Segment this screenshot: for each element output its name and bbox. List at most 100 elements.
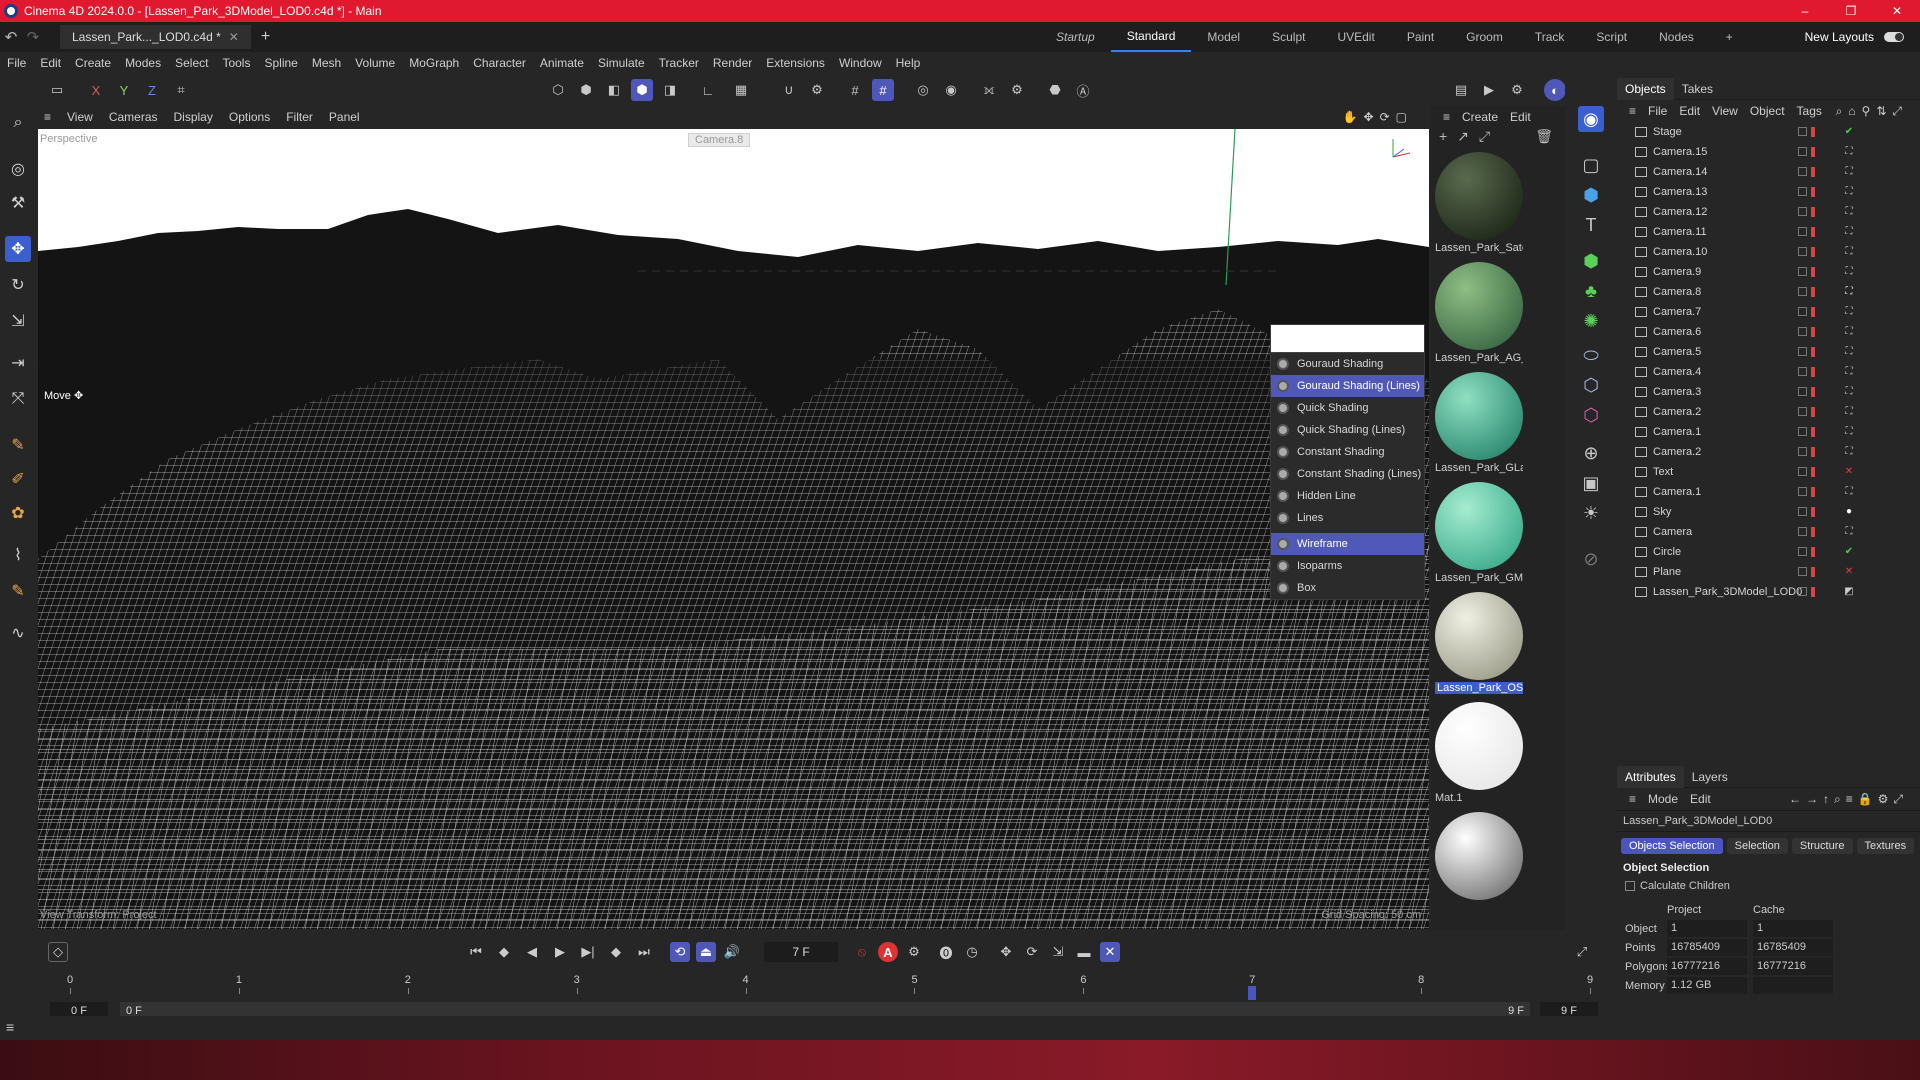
- workplane-icon[interactable]: #: [872, 79, 894, 101]
- object-tag-icon[interactable]: ⛶: [1843, 526, 1859, 538]
- object-tag-icon[interactable]: ⛶: [1843, 206, 1859, 218]
- magnet-icon[interactable]: ∿: [5, 620, 31, 646]
- menu-modes[interactable]: Modes: [118, 56, 168, 70]
- symmetry-settings-icon[interactable]: ⚙: [1006, 79, 1028, 101]
- visibility-toggle-icon[interactable]: [1798, 327, 1823, 337]
- visibility-toggle-icon[interactable]: [1798, 307, 1823, 317]
- visibility-toggle-icon[interactable]: [1798, 187, 1823, 197]
- key-set-icon[interactable]: ⓿: [936, 942, 956, 962]
- keyframe-mode-icon[interactable]: ◇: [48, 942, 68, 962]
- object-row[interactable]: Camera.8 ⛶: [1617, 282, 1920, 302]
- z-axis-lock[interactable]: Z: [141, 79, 163, 101]
- menu-mesh[interactable]: Mesh: [305, 56, 348, 70]
- material-item[interactable]: Lassen_Park_OSM: [1435, 592, 1523, 694]
- material-preview-icon[interactable]: [1435, 702, 1523, 790]
- attribute-cache-value[interactable]: 1: [1753, 920, 1833, 937]
- object-tag-icon[interactable]: ⛶: [1843, 446, 1859, 458]
- material-preview-icon[interactable]: [1435, 482, 1523, 570]
- visibility-toggle-icon[interactable]: [1798, 567, 1823, 577]
- viewport-nav-icons[interactable]: ✋✥⟳▢: [1335, 110, 1421, 124]
- points-mode-icon[interactable]: ⬡: [547, 79, 569, 101]
- object-row[interactable]: Text ✕: [1617, 462, 1920, 482]
- object-tag-icon[interactable]: ⛶: [1843, 386, 1859, 398]
- render-to-viewer-icon[interactable]: ▶: [1478, 79, 1500, 101]
- prev-frame-icon[interactable]: ◀: [522, 942, 542, 962]
- object-row[interactable]: Plane ✕: [1617, 562, 1920, 582]
- maximize-button[interactable]: ❐: [1828, 0, 1874, 22]
- menu-help[interactable]: Help: [889, 56, 928, 70]
- snap-icon[interactable]: ∪: [778, 79, 800, 101]
- menu-edit[interactable]: Edit: [33, 56, 68, 70]
- paint-icon[interactable]: ✎: [5, 578, 31, 604]
- visibility-toggle-icon[interactable]: [1798, 527, 1823, 537]
- attribute-cache-value[interactable]: 16777216: [1753, 958, 1833, 975]
- snap-settings-icon[interactable]: ⚙: [806, 79, 828, 101]
- new-layouts[interactable]: New Layouts: [1805, 22, 1904, 52]
- visibility-toggle-icon[interactable]: [1798, 227, 1823, 237]
- tweak-icon[interactable]: ⚒: [5, 190, 31, 216]
- timeline-ruler[interactable]: 0 1 2 3 4 5 6 7 8 9: [50, 974, 1600, 1000]
- brush-icon[interactable]: ⌇: [5, 542, 31, 568]
- axis-mode-icon[interactable]: ∟: [697, 79, 719, 101]
- viewport-menu-options[interactable]: Options: [221, 110, 278, 124]
- visibility-toggle-icon[interactable]: [1798, 207, 1823, 217]
- material-item[interactable]: Lassen_Park_Satel: [1435, 152, 1523, 254]
- material-menu-edit[interactable]: Edit: [1504, 110, 1537, 124]
- visibility-toggle-icon[interactable]: [1798, 547, 1823, 557]
- tab-takes[interactable]: Takes: [1674, 82, 1721, 96]
- object-tag-icon[interactable]: ⛶: [1843, 346, 1859, 358]
- viewport-menu-panel[interactable]: Panel: [321, 110, 368, 124]
- minimize-button[interactable]: –: [1782, 0, 1828, 22]
- viewport-menu-view[interactable]: View: [59, 110, 101, 124]
- attribute-project-value[interactable]: 1: [1667, 920, 1747, 937]
- tab-layers[interactable]: Layers: [1684, 770, 1736, 784]
- cube-outline-icon[interactable]: ▢: [1578, 152, 1604, 178]
- calculate-children-row[interactable]: Calculate Children: [1617, 878, 1920, 894]
- autodesk-icon[interactable]: Ⓐ: [1072, 79, 1094, 101]
- go-to-start-icon[interactable]: ⏮: [466, 942, 486, 962]
- menu-item-quick-shading-lines[interactable]: Quick Shading (Lines): [1271, 419, 1424, 441]
- visibility-toggle-icon[interactable]: [1798, 407, 1823, 417]
- menu-item-lines[interactable]: Lines: [1271, 507, 1424, 529]
- disabled-tool-icon[interactable]: ⊘: [1578, 546, 1604, 572]
- object-tag-icon[interactable]: ⛶: [1843, 326, 1859, 338]
- field-icon[interactable]: ⬡: [1578, 372, 1604, 398]
- material-preview-icon[interactable]: [1435, 592, 1523, 680]
- redo-icon[interactable]: ↷: [22, 28, 44, 46]
- object-row[interactable]: Camera.14 ⛶: [1617, 162, 1920, 182]
- visibility-toggle-icon[interactable]: [1798, 167, 1823, 177]
- rotate-icon[interactable]: ↻: [5, 272, 31, 298]
- add-layout-button[interactable]: +: [1710, 22, 1749, 52]
- object-tag-icon[interactable]: ⛶: [1843, 266, 1859, 278]
- material-menu-create[interactable]: Create: [1456, 110, 1504, 124]
- visibility-toggle-icon[interactable]: [1798, 127, 1823, 137]
- texture-mode-icon[interactable]: ▦: [730, 79, 752, 101]
- object-tag-icon[interactable]: ⛶: [1843, 246, 1859, 258]
- go-to-end-icon[interactable]: ⏭: [634, 942, 654, 962]
- object-tag-icon[interactable]: ⛶: [1843, 406, 1859, 418]
- layout-tab-uvedit[interactable]: UVEdit: [1321, 22, 1390, 52]
- layout-tab-groom[interactable]: Groom: [1450, 22, 1519, 52]
- scale-key-icon[interactable]: ⇲: [1048, 942, 1068, 962]
- spline-shape-icon[interactable]: ✿: [5, 500, 31, 526]
- attributes-menu-edit[interactable]: Edit: [1684, 792, 1717, 806]
- material-item[interactable]: Lassen_Park_GLan: [1435, 372, 1523, 474]
- object-row[interactable]: Camera.10 ⛶: [1617, 242, 1920, 262]
- visibility-toggle-icon[interactable]: [1798, 147, 1823, 157]
- lod-icon[interactable]: ⬣: [1044, 79, 1066, 101]
- object-row[interactable]: Camera.2 ⛶: [1617, 442, 1920, 462]
- active-camera-label[interactable]: Camera.8: [688, 133, 751, 147]
- layout-tab-sculpt[interactable]: Sculpt: [1256, 22, 1321, 52]
- edges-mode-icon[interactable]: ⬢: [575, 79, 597, 101]
- layout-tab-model[interactable]: Model: [1191, 22, 1256, 52]
- menu-file[interactable]: File: [0, 56, 33, 70]
- sound-icon[interactable]: 🔊: [722, 942, 742, 962]
- material-preview-icon[interactable]: [1435, 152, 1523, 240]
- attributes-nav-icons[interactable]: ←→↑⌕≡🔒⚙⤢: [1783, 792, 1914, 807]
- layout-tab-paint[interactable]: Paint: [1391, 22, 1450, 52]
- attributes-hamburger-icon[interactable]: ≡: [1623, 792, 1642, 806]
- menu-item-hidden-line[interactable]: Hidden Line: [1271, 485, 1424, 507]
- y-axis-lock[interactable]: Y: [113, 79, 135, 101]
- deformer-icon[interactable]: ⬭: [1578, 342, 1604, 368]
- visibility-toggle-icon[interactable]: [1798, 287, 1823, 297]
